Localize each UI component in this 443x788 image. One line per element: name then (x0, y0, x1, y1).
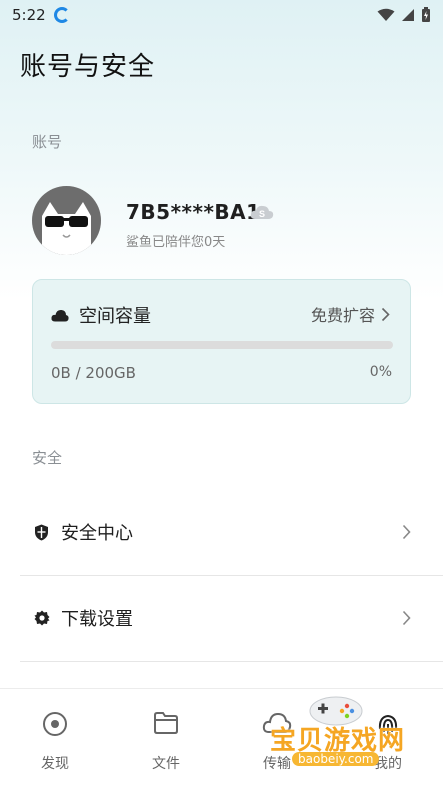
signal-icon (402, 9, 414, 21)
wifi-icon (377, 8, 395, 21)
storage-usage: 0B / 200GB (51, 364, 136, 382)
chevron-right-icon (402, 610, 411, 626)
status-time: 5:22 (12, 6, 46, 24)
menu-label-security-center: 安全中心 (61, 523, 133, 544)
storage-card[interactable]: 空间容量 免费扩容 0B / 200GB 0% (32, 279, 411, 404)
nav-tab-files[interactable]: 文件 (126, 711, 206, 773)
battery-icon (422, 7, 430, 22)
menu-item-download-settings[interactable]: 下载设置 (20, 575, 443, 661)
gear-icon (34, 610, 50, 626)
chevron-right-icon (402, 524, 411, 540)
username: 7B5****BA1 (126, 200, 261, 224)
nav-label-files: 文件 (152, 756, 180, 772)
free-expand-label: 免费扩容 (310, 306, 375, 325)
shark-cloud-badge-icon: S (250, 205, 274, 219)
storage-title: 空间容量 (79, 306, 151, 327)
status-left: 5:22 (12, 6, 70, 24)
discover-icon (43, 712, 67, 736)
menu-label-download-settings: 下载设置 (61, 609, 133, 630)
status-right (377, 7, 431, 23)
storage-title-row: 空间容量 (51, 302, 151, 328)
profile-card[interactable]: 7B5****BA1 S 鲨鱼已陪伴您0天 (32, 186, 422, 258)
shield-icon (35, 524, 48, 540)
security-section-label: 安全 (32, 449, 63, 467)
cloud-icon (51, 309, 69, 321)
watermark-logo: 宝贝游戏网 baobeiy.com (268, 690, 443, 788)
user-subtitle: 鲨鱼已陪伴您0天 (126, 235, 226, 250)
nav-tab-discover[interactable]: 发现 (15, 711, 95, 773)
chevron-right-icon (381, 307, 390, 321)
status-bar: 5:22 (0, 0, 443, 30)
divider (20, 661, 443, 662)
account-section-label: 账号 (32, 133, 63, 151)
storage-progress-bar (51, 341, 393, 349)
sync-icon (53, 7, 70, 23)
storage-percent: 0% (369, 364, 392, 380)
nav-label-discover: 发现 (41, 756, 69, 772)
page-title: 账号与安全 (20, 52, 156, 82)
folder-icon (154, 712, 178, 734)
free-expand-link[interactable]: 免费扩容 (311, 302, 390, 326)
svg-text:S: S (259, 209, 265, 219)
cat-sunglasses-avatar-icon (32, 186, 101, 255)
menu-item-security-center[interactable]: 安全中心 (20, 489, 443, 575)
watermark-url: baobeiy.com (292, 752, 380, 766)
avatar[interactable] (32, 186, 101, 255)
